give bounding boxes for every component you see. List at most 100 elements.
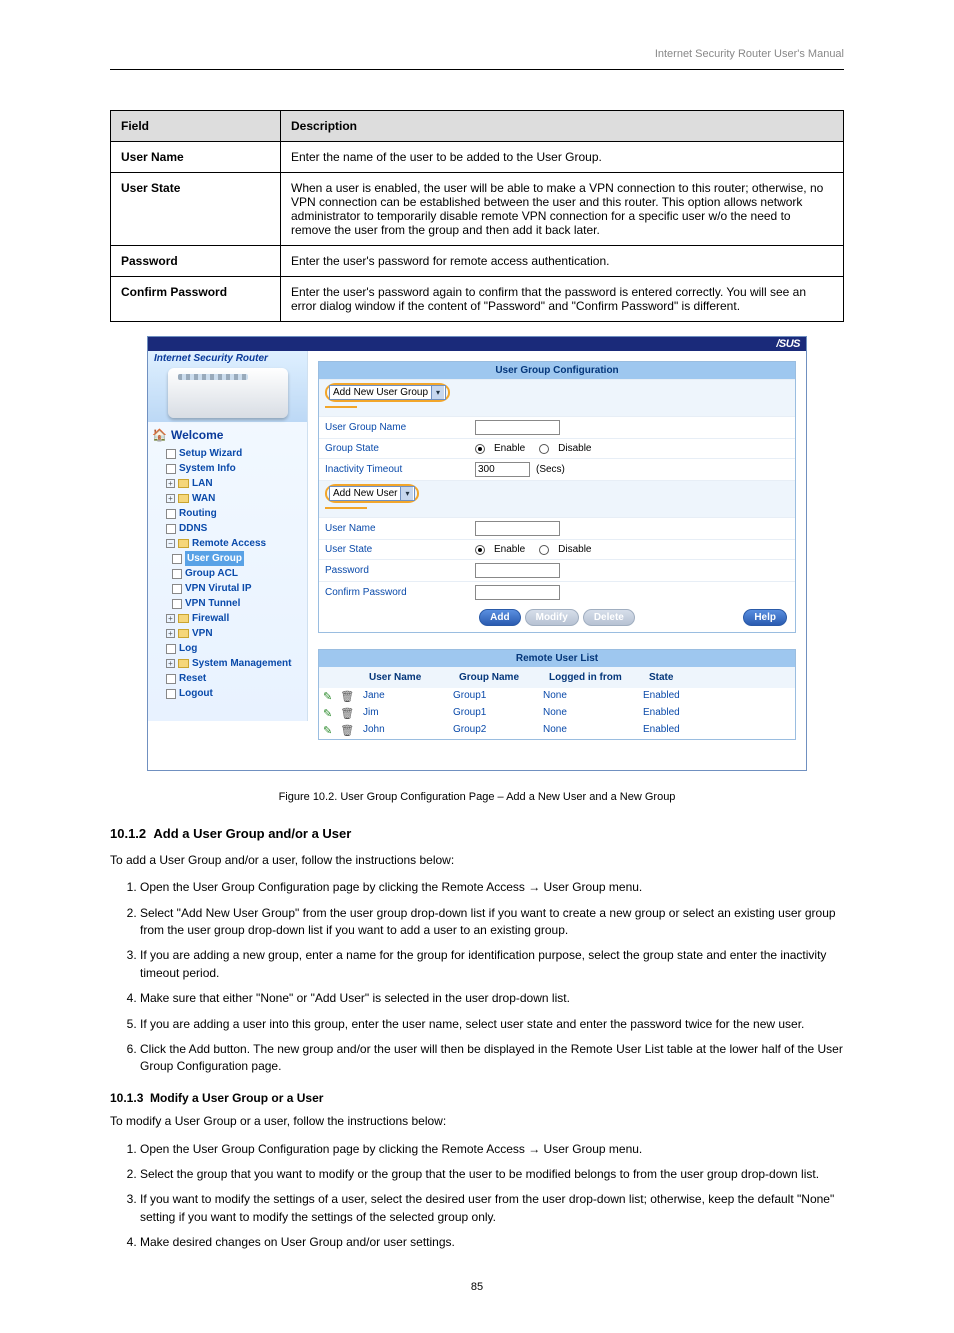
defs-head-field: Field bbox=[111, 111, 281, 142]
add-button[interactable]: Add bbox=[479, 609, 520, 626]
expand-icon[interactable]: + bbox=[166, 659, 175, 668]
section-heading: 10.1.2 Add a User Group and/or a User bbox=[110, 825, 844, 844]
timeout-input[interactable] bbox=[475, 462, 530, 477]
list-row: ✎🗑 John Group2 None Enabled bbox=[319, 722, 795, 739]
step: Click the Add button. The new group and/… bbox=[140, 1041, 844, 1076]
delete-button[interactable]: Delete bbox=[583, 609, 635, 626]
nav-wan[interactable]: +WAN bbox=[166, 491, 303, 506]
user-group-config-panel: User Group Configuration Add New User Gr… bbox=[318, 361, 796, 633]
nav-welcome[interactable]: 🏠 Welcome bbox=[152, 428, 303, 442]
step: If you want to modify the settings of a … bbox=[140, 1191, 844, 1226]
edit-icon[interactable]: ✎ bbox=[323, 707, 332, 720]
col-state: State bbox=[645, 670, 715, 685]
step: Open the User Group Configuration page b… bbox=[140, 1141, 844, 1158]
defs-row-0-desc: Enter the name of the user to be added t… bbox=[281, 142, 844, 173]
delete-icon[interactable]: 🗑 bbox=[340, 690, 354, 703]
header-text: Internet Security Router User's Manual bbox=[655, 48, 844, 60]
user-dropdown-callout: Add New User ▾ bbox=[325, 484, 419, 503]
delete-icon[interactable]: 🗑 bbox=[340, 724, 354, 737]
expand-icon[interactable]: + bbox=[166, 494, 175, 503]
page-icon bbox=[166, 674, 176, 684]
subsection-heading: 10.1.3 Modify a User Group or a User bbox=[110, 1090, 844, 1107]
page-icon bbox=[166, 464, 176, 474]
expand-icon[interactable]: + bbox=[166, 614, 175, 623]
expand-icon[interactable]: + bbox=[166, 629, 175, 638]
brand-logo: /SUS bbox=[776, 338, 800, 350]
chevron-down-icon: ▾ bbox=[431, 386, 444, 399]
group-enable-radio[interactable] bbox=[475, 444, 485, 454]
nav-logout[interactable]: Logout bbox=[166, 686, 303, 701]
step: If you are adding a new group, enter a n… bbox=[140, 947, 844, 982]
defs-row-2-desc: Enter the user's password for remote acc… bbox=[281, 246, 844, 277]
page-icon bbox=[172, 599, 182, 609]
secs-label: (Secs) bbox=[536, 464, 565, 475]
nav-system-management[interactable]: +System Management bbox=[166, 656, 303, 671]
nav-firewall[interactable]: +Firewall bbox=[166, 611, 303, 626]
user-group-dropdown[interactable]: Add New User Group ▾ bbox=[329, 385, 446, 400]
list-title: Remote User List bbox=[319, 650, 795, 667]
remote-user-list-panel: Remote User List User Name Group Name Lo… bbox=[318, 649, 796, 740]
nav-system-info[interactable]: System Info bbox=[166, 461, 303, 476]
edit-icon[interactable]: ✎ bbox=[323, 724, 332, 737]
page-icon bbox=[166, 524, 176, 534]
user-enable-radio[interactable] bbox=[475, 545, 485, 555]
folder-icon bbox=[178, 614, 189, 623]
collapse-icon[interactable]: − bbox=[166, 539, 175, 548]
page-number: 85 bbox=[110, 1281, 844, 1293]
field-description-table: Field Description User Name Enter the na… bbox=[110, 110, 844, 322]
modify-button[interactable]: Modify bbox=[525, 609, 579, 626]
defs-head-desc: Description bbox=[281, 111, 844, 142]
intro-2: To modify a User Group or a user, follow… bbox=[110, 1113, 844, 1130]
nav-lan[interactable]: +LAN bbox=[166, 476, 303, 491]
group-dropdown-callout: Add New User Group ▾ bbox=[325, 383, 450, 402]
step: Select the group that you want to modify… bbox=[140, 1166, 844, 1183]
defs-row-1-desc: When a user is enabled, the user will be… bbox=[281, 173, 844, 246]
page-icon bbox=[166, 689, 176, 699]
nav-log[interactable]: Log bbox=[166, 641, 303, 656]
label-user-name: User Name bbox=[319, 520, 469, 537]
step: Make sure that either "None" or "Add Use… bbox=[140, 990, 844, 1007]
intro-1: To add a User Group and/or a user, follo… bbox=[110, 852, 844, 869]
dropdown-text: Add New User bbox=[333, 488, 397, 499]
nav-user-group[interactable]: User Group bbox=[172, 551, 303, 566]
nav-vpn-tunnel[interactable]: VPN Tunnel bbox=[172, 596, 303, 611]
edit-icon[interactable]: ✎ bbox=[323, 690, 332, 703]
page-icon bbox=[166, 509, 176, 519]
user-name-input[interactable] bbox=[475, 521, 560, 536]
page-icon bbox=[166, 644, 176, 654]
panel-title: User Group Configuration bbox=[319, 362, 795, 379]
label-group-name: User Group Name bbox=[319, 419, 469, 436]
list-row: ✎🗑 Jane Group1 None Enabled bbox=[319, 688, 795, 705]
delete-icon[interactable]: 🗑 bbox=[340, 707, 354, 720]
expand-icon[interactable]: + bbox=[166, 479, 175, 488]
help-button[interactable]: Help bbox=[743, 609, 787, 626]
group-disable-radio[interactable] bbox=[539, 444, 549, 454]
label-confirm-password: Confirm Password bbox=[319, 584, 469, 601]
nav-vpn[interactable]: +VPN bbox=[166, 626, 303, 641]
confirm-password-input[interactable] bbox=[475, 585, 560, 600]
router-image bbox=[168, 368, 288, 418]
col-group: Group Name bbox=[455, 670, 545, 685]
user-dropdown[interactable]: Add New User ▾ bbox=[329, 486, 415, 501]
defs-row-0-field: User Name bbox=[111, 142, 281, 173]
screenshot: /SUS Internet Security Router 🏠 Welcome … bbox=[147, 336, 807, 771]
group-name-input[interactable] bbox=[475, 420, 560, 435]
nav-reset[interactable]: Reset bbox=[166, 671, 303, 686]
folder-icon bbox=[178, 629, 189, 638]
password-input[interactable] bbox=[475, 563, 560, 578]
dropdown-text: Add New User Group bbox=[333, 387, 428, 398]
defs-row-1-field: User State bbox=[111, 173, 281, 246]
nav-group-acl[interactable]: Group ACL bbox=[172, 566, 303, 581]
user-disable-radio[interactable] bbox=[539, 545, 549, 555]
folder-icon bbox=[178, 539, 189, 548]
nav-routing[interactable]: Routing bbox=[166, 506, 303, 521]
nav-remote-access[interactable]: −Remote Access bbox=[166, 536, 303, 551]
defs-row-3-field: Confirm Password bbox=[111, 277, 281, 322]
nav-ddns[interactable]: DDNS bbox=[166, 521, 303, 536]
banner: Internet Security Router bbox=[148, 351, 307, 422]
page-icon bbox=[172, 584, 182, 594]
step: Make desired changes on User Group and/o… bbox=[140, 1234, 844, 1251]
step: If you are adding a user into this group… bbox=[140, 1016, 844, 1033]
nav-setup-wizard[interactable]: Setup Wizard bbox=[166, 446, 303, 461]
nav-vpn-virtual-ip[interactable]: VPN Virutal IP bbox=[172, 581, 303, 596]
